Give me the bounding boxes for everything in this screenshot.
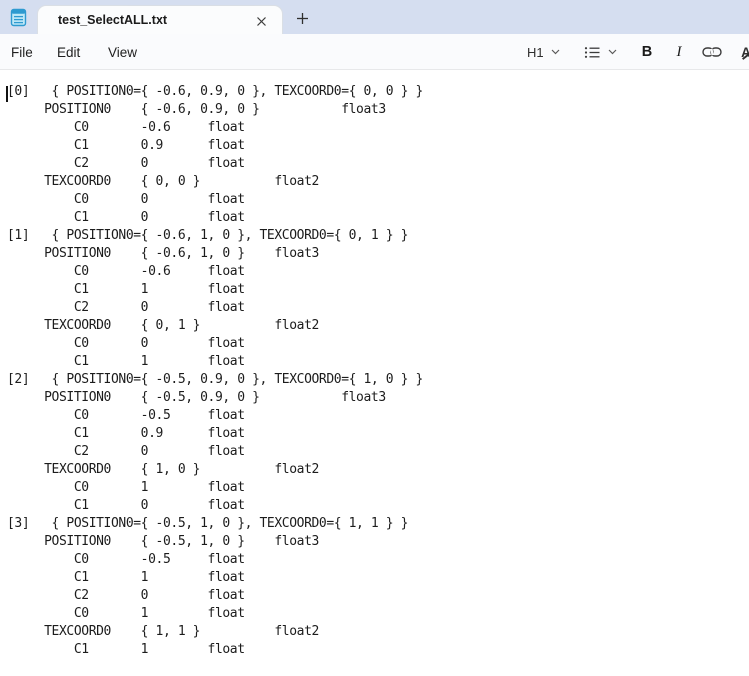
clear-formatting-button[interactable]: A [731, 39, 749, 65]
menu-file[interactable]: File [0, 39, 44, 65]
notepad-icon [10, 8, 27, 27]
plus-icon[interactable] [291, 7, 313, 29]
menu-edit[interactable]: Edit [46, 39, 91, 65]
text-caret [6, 86, 8, 102]
list-dropdown[interactable] [578, 39, 623, 65]
chevron-down-icon [608, 49, 617, 55]
notepad-window: test_SelectALL.txt File Edit View H1 B I… [0, 0, 749, 676]
editor-text: [0] { POSITION0={ -0.6, 0.9, 0 }, TEXCOO… [7, 84, 423, 657]
tab-test-selectall[interactable]: test_SelectALL.txt [37, 5, 283, 34]
tab-title: test_SelectALL.txt [58, 13, 168, 27]
italic-button[interactable]: I [666, 39, 692, 65]
titlebar: test_SelectALL.txt [0, 0, 749, 34]
heading-dropdown[interactable]: H1 [521, 39, 566, 65]
bold-button[interactable]: B [634, 39, 660, 65]
clear-formatting-icon: A [741, 45, 749, 60]
chevron-down-icon [551, 49, 560, 55]
close-icon[interactable] [252, 12, 270, 30]
command-bar: File Edit View H1 B I A [0, 34, 749, 70]
text-editor-area[interactable]: [0] { POSITION0={ -0.6, 0.9, 0 }, TEXCOO… [0, 71, 749, 676]
link-button[interactable] [697, 39, 727, 65]
link-icon [702, 47, 722, 57]
heading-label: H1 [527, 44, 544, 60]
bullet-list-icon [584, 46, 600, 58]
menu-view[interactable]: View [97, 39, 148, 65]
